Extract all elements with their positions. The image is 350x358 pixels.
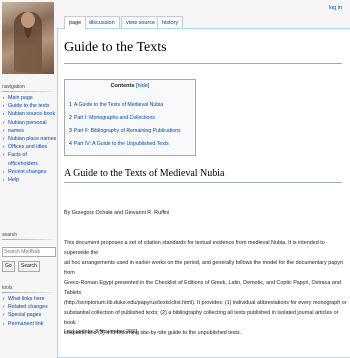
logo-face — [21, 12, 35, 28]
paragraph-line: ad hoc arrangements used in earlier work… — [64, 260, 343, 276]
toc-item-label[interactable]: Part IV: A Guide to the Unpublished Text… — [74, 141, 169, 147]
last-update: Last update: 3 November 2021 — [64, 329, 139, 335]
sidebar-item-offices-and-titles[interactable]: Offices and titles — [3, 143, 57, 151]
sidebar-item-names[interactable]: names — [3, 127, 57, 135]
sidebar-search: search Go Search — [0, 232, 57, 272]
tools-list: What links here Related changes Special … — [0, 295, 57, 328]
sidebar-item-main-page[interactable]: Main page — [3, 94, 57, 102]
tab-page[interactable]: page — [64, 16, 87, 30]
sidebar-item-permanent-link[interactable]: Permanent link — [3, 320, 57, 328]
toc-item-label[interactable]: Part II: Bibliography of Remaining Publi… — [74, 128, 181, 134]
tools-heading: tools — [2, 285, 13, 291]
search-button[interactable]: Search — [18, 261, 40, 272]
section-heading: A Guide to the Texts of Medieval Nubia — [64, 168, 225, 179]
navigation-divider — [2, 91, 57, 92]
section-divider — [64, 182, 342, 183]
toc-hide-link[interactable]: [hide] — [136, 83, 149, 89]
toc-item-number: 2 — [69, 115, 72, 121]
intro-paragraph: This document proposes a set of citation… — [64, 238, 347, 338]
sidebar-item-help[interactable]: Help — [3, 176, 57, 184]
sidebar-item-nubian-personal[interactable]: Nubian personal — [3, 119, 57, 127]
sidebar-item-guide-to-the-texts[interactable]: Guide to the texts — [3, 102, 57, 110]
search-heading: search — [2, 232, 18, 238]
search-divider — [2, 239, 57, 240]
toc-list: 1A Guide to the Texts of Medieval Nubia … — [69, 99, 181, 151]
sidebar-navigation: navigation Main page Guide to the texts … — [0, 84, 57, 184]
sidebar-item-related-changes[interactable]: Related changes — [3, 303, 57, 311]
paragraph-line: (http://scriptorium.lib.duke.edu/papyrus… — [64, 300, 347, 306]
login-link[interactable]: log in — [329, 5, 342, 11]
search-input[interactable] — [2, 247, 56, 257]
title-divider — [64, 63, 342, 64]
sidebar-tools: tools What links here Related changes Sp… — [0, 285, 57, 328]
toc-title: Contents — [110, 83, 135, 89]
toc-item[interactable]: 4 Part IV: A Guide to the Unpublished Tex… — [69, 138, 181, 151]
sidebar-item-recent-changes[interactable]: Recent changes — [3, 168, 57, 176]
sidebar-item-nubian-place-names[interactable]: Nubian place names — [3, 135, 57, 143]
go-button[interactable]: Go — [2, 261, 15, 272]
toc-item-number: 3 — [69, 128, 72, 134]
page-title: Guide to the Texts — [64, 40, 167, 55]
navigation-heading: navigation — [2, 84, 25, 90]
paragraph-line: substantial collection of published text… — [64, 310, 339, 326]
toc-item-number: 1 — [69, 102, 72, 108]
toc-item[interactable]: 1A Guide to the Texts of Medieval Nubia — [69, 99, 181, 112]
paragraph-line: This document proposes a set of citation… — [64, 240, 325, 256]
site-logo[interactable] — [2, 2, 54, 74]
toc-item-label[interactable]: A Guide to the Texts of Medieval Nubia — [74, 102, 163, 108]
tools-divider — [2, 292, 57, 293]
toc-item[interactable]: 2 Part I: Monographs and Collections — [69, 112, 181, 125]
paragraph-line: Greco-Roman Egypt presented in the Check… — [64, 280, 341, 296]
sidebar-item-facts-of-officeholders[interactable]: Facts of officeholders — [3, 151, 57, 167]
table-of-contents: Contents [hide] 1A Guide to the Texts of… — [64, 79, 196, 156]
toc-header: Contents [hide] — [65, 83, 195, 89]
sidebar-item-what-links-here[interactable]: What links here — [3, 295, 57, 303]
byline: By Grzegorz Ochała and Giovanni R. Ruffi… — [64, 210, 170, 216]
toc-item-label[interactable]: Part I: Monographs and Collections — [74, 115, 155, 121]
sidebar-item-special-pages[interactable]: Special pages — [3, 311, 57, 319]
navigation-list: Main page Guide to the texts Nubian sour… — [0, 94, 57, 184]
toc-item[interactable]: 3 Part II: Bibliography of Remaining Publ… — [69, 125, 181, 138]
sidebar-item-nubian-source-book[interactable]: Nubian source book — [3, 110, 57, 118]
toc-item-number: 4 — [69, 141, 72, 147]
